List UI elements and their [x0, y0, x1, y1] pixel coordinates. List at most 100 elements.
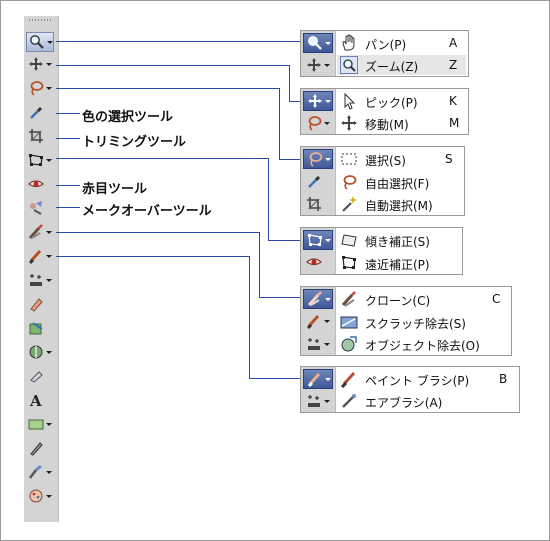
menu-item-straighten[interactable]: 傾き補正(S) [337, 230, 460, 250]
pick-tool-button[interactable] [303, 91, 333, 111]
menu-item-pick[interactable]: ピック(P) K [337, 91, 466, 111]
chevron-down-icon[interactable] [324, 64, 330, 67]
selection-tool-button[interactable] [303, 149, 333, 169]
pen-icon [30, 442, 43, 456]
makeover-icon [30, 201, 42, 215]
toolbar-grip[interactable] [29, 19, 53, 21]
stamp-tool-button[interactable] [303, 392, 333, 412]
menu-item-clone[interactable]: クローン(C) C [337, 289, 509, 309]
crop-tool-button[interactable] [26, 127, 54, 147]
zoom-tool-button[interactable] [26, 32, 54, 52]
menu-item-move[interactable]: 移動(M) M [337, 113, 466, 133]
texture-tool-button[interactable] [26, 487, 54, 507]
chevron-down-icon[interactable] [324, 320, 330, 323]
shape-tool-button[interactable] [26, 415, 54, 435]
paint-brush-icon [28, 249, 42, 264]
menu-item-label: クローン(C) [365, 294, 431, 308]
connector-line [249, 256, 250, 378]
view-tools-panel: パン(P) A ズーム(Z) Z [300, 30, 469, 77]
chevron-down-icon[interactable] [324, 400, 330, 403]
shortcut-key: B [499, 372, 508, 386]
eraser-tool-button[interactable] [26, 295, 54, 315]
chevron-down-icon[interactable] [46, 351, 52, 354]
chevron-down-icon[interactable] [47, 41, 53, 44]
move-arrows-icon [29, 57, 43, 71]
makeover-tool-button[interactable] [26, 199, 54, 219]
perspective-box-icon [308, 234, 322, 246]
connector-line [249, 378, 304, 379]
red-eye-tool-button[interactable] [26, 175, 54, 195]
shortcut-key: A [449, 36, 458, 50]
clone-tool-button[interactable] [303, 289, 333, 309]
menu-item-label: 移動(M) [365, 118, 409, 132]
red-eye-tool-button[interactable] [303, 253, 333, 273]
connector-line [289, 65, 290, 101]
chevron-down-icon[interactable] [46, 87, 52, 90]
paint-brush-icon [340, 371, 356, 388]
callout-makeover: メークオーバーツール [82, 204, 212, 219]
chevron-down-icon[interactable] [46, 159, 52, 162]
menu-item-paint-brush[interactable]: ペイント ブラシ(P) B [337, 369, 517, 389]
red-eye-icon [306, 258, 322, 266]
fill-tool-button[interactable] [26, 319, 54, 339]
chevron-down-icon[interactable] [325, 158, 331, 161]
chevron-down-icon[interactable] [46, 471, 52, 474]
perspective-tool-button[interactable] [26, 151, 54, 171]
selection-tool-button[interactable] [26, 79, 54, 99]
pick-tool-button[interactable] [26, 55, 54, 75]
menu-item-select[interactable]: 選択(S) S [337, 149, 462, 169]
crop-tool-button[interactable] [303, 195, 333, 215]
stamp-tool-button[interactable] [26, 271, 54, 291]
selection-tool-button[interactable] [303, 114, 333, 134]
text-icon: A [29, 392, 42, 408]
retouch-tool-button[interactable] [26, 463, 54, 483]
chevron-down-icon[interactable] [46, 495, 52, 498]
smudge-tool-button[interactable] [26, 367, 54, 387]
menu-item-zoom[interactable]: ズーム(Z) Z [337, 55, 466, 75]
chevron-down-icon[interactable] [325, 298, 331, 301]
chevron-down-icon[interactable] [325, 100, 331, 103]
chevron-down-icon[interactable] [46, 423, 52, 426]
eyedropper-icon [308, 175, 321, 188]
chevron-down-icon[interactable] [325, 239, 331, 242]
chevron-down-icon[interactable] [325, 42, 331, 45]
move-arrows-icon [307, 58, 321, 72]
gradient-tool-button[interactable] [26, 343, 54, 363]
clone-tool-button[interactable] [26, 223, 54, 243]
zoom-tool-button[interactable] [303, 33, 333, 53]
chevron-down-icon[interactable] [324, 343, 330, 346]
paint-brush-tool-button[interactable] [26, 247, 54, 267]
menu-item-airbrush[interactable]: エアブラシ(A) [337, 391, 517, 411]
chevron-down-icon[interactable] [46, 231, 52, 234]
chevron-down-icon[interactable] [325, 378, 331, 381]
pen-tool-button[interactable] [26, 439, 54, 459]
menu-item-scratch-remover[interactable]: スクラッチ除去(S) [337, 312, 509, 332]
paint-brush-tool-button[interactable] [303, 312, 333, 332]
shortcut-key: C [492, 292, 501, 306]
eraser-icon [30, 298, 43, 312]
chevron-down-icon[interactable] [46, 279, 52, 282]
chevron-down-icon[interactable] [46, 255, 52, 258]
menu-item-label: 遠近補正(P) [365, 258, 430, 272]
menu-item-pan[interactable]: パン(P) A [337, 33, 466, 53]
menu-item-label: エアブラシ(A) [365, 396, 443, 410]
eyedropper-tool-button[interactable] [26, 103, 54, 123]
perspective-tool-button[interactable] [303, 230, 333, 250]
connector-line [56, 41, 304, 42]
paint-brush-tool-button[interactable] [303, 369, 333, 389]
chevron-down-icon[interactable] [46, 63, 52, 66]
menu-item-perspective-correct[interactable]: 遠近補正(P) [337, 253, 460, 273]
pick-tool-button[interactable] [303, 56, 333, 76]
menu-item-auto-select[interactable]: 自動選択(M) [337, 194, 462, 214]
menu-item-label: 自動選択(M) [365, 199, 433, 213]
menu-item-freehand-select[interactable]: 自由選択(F) [337, 172, 462, 192]
shortcut-key: K [449, 94, 457, 108]
stamp-tool-button[interactable] [303, 335, 333, 355]
eyedropper-tool-button[interactable] [303, 172, 333, 192]
menu-item-object-remover[interactable]: オブジェクト除去(O) [337, 334, 509, 354]
connector-line [56, 256, 250, 257]
text-tool-button[interactable]: A [26, 391, 54, 411]
menu-item-label: ピック(P) [365, 96, 418, 110]
perspective-tools-panel: 傾き補正(S) 遠近補正(P) [300, 227, 463, 275]
chevron-down-icon[interactable] [324, 122, 330, 125]
